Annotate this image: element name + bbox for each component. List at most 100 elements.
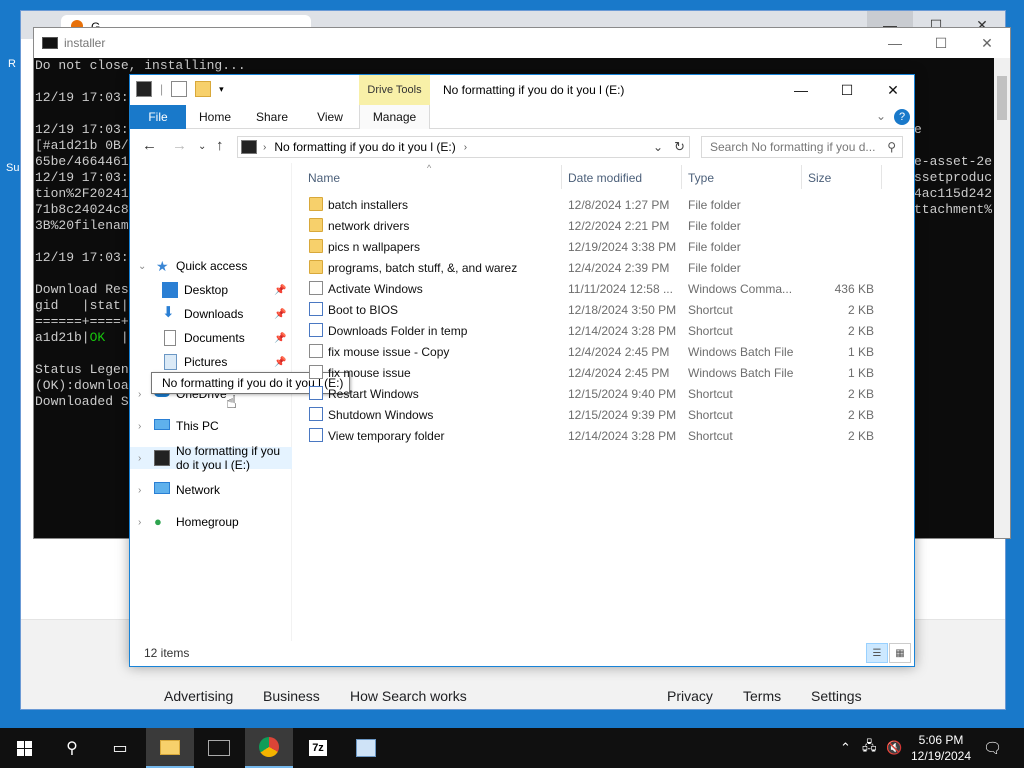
footer-link-business[interactable]: Business [263, 688, 320, 704]
minimize-icon[interactable]: — [778, 75, 824, 105]
file-row[interactable]: fix mouse issue - Copy 12/4/2024 2:45 PM W… [303, 341, 903, 362]
refresh-icon[interactable]: ↻ [674, 139, 685, 155]
footer-link-settings[interactable]: Settings [811, 688, 862, 704]
tray-chevron-icon[interactable]: ⌃ [840, 728, 851, 768]
file-date: 12/2/2024 2:21 PM [568, 219, 670, 233]
expand-chevron-icon[interactable]: ⌄ [138, 261, 146, 272]
file-type: File folder [688, 240, 741, 254]
file-date: 12/14/2024 3:28 PM [568, 429, 677, 443]
nav-homegroup[interactable]: › ● Homegroup [130, 511, 292, 533]
up-arrow-icon[interactable]: ↑ [216, 137, 224, 154]
maximize-icon[interactable]: ☐ [918, 28, 964, 58]
tab-view[interactable]: View [302, 105, 358, 129]
drive-icon [154, 450, 170, 466]
file-row[interactable]: fix mouse issue 12/4/2024 2:45 PM Windows … [303, 362, 903, 383]
nav-item-downloads[interactable]: ⬇ Downloads 📌 [130, 303, 292, 325]
file-row[interactable]: programs, batch stuff, &, and warez 12/4/… [303, 257, 903, 278]
large-icons-view-icon[interactable]: ▦ [889, 643, 911, 663]
expand-chevron-icon[interactable]: › [138, 389, 141, 400]
file-row[interactable]: Downloads Folder in temp 12/14/2024 3:28 … [303, 320, 903, 341]
recent-locations-icon[interactable]: ⌄ [198, 141, 206, 152]
file-row[interactable]: Shutdown Windows 12/15/2024 9:39 PM Shortc… [303, 404, 903, 425]
minimize-icon[interactable]: — [872, 28, 918, 58]
column-header-type[interactable]: Type [688, 171, 714, 185]
nav-this-pc[interactable]: › This PC [130, 415, 292, 437]
network-status-icon[interactable]: 🖧 [862, 728, 877, 768]
file-row[interactable]: View temporary folder 12/14/2024 3:28 PM S… [303, 425, 903, 446]
tab-share[interactable]: Share [244, 105, 300, 129]
file-row[interactable]: Activate Windows 11/11/2024 12:58 ... Wind… [303, 278, 903, 299]
file-row[interactable]: network drivers 12/2/2024 2:21 PM File fol… [303, 215, 903, 236]
maximize-icon[interactable]: ☐ [824, 75, 870, 105]
file-row[interactable]: Boot to BIOS 12/18/2024 3:50 PM Shortcut 2 … [303, 299, 903, 320]
folder-icon [309, 260, 323, 274]
breadcrumb[interactable]: No formatting if you do it you l (E:) [274, 140, 455, 154]
explorer-titlebar[interactable]: | ▾ Drive Tools No formatting if you do … [130, 75, 914, 105]
file-row[interactable]: pics n wallpapers 12/19/2024 3:38 PM File … [303, 236, 903, 257]
star-icon: ★ [156, 258, 169, 274]
footer-link-terms[interactable]: Terms [743, 688, 781, 704]
file-type: Windows Comma... [688, 282, 793, 296]
close-icon[interactable]: ✕ [964, 28, 1010, 58]
clock-time: 5:06 PM [918, 733, 964, 747]
ribbon-expand-icon[interactable]: ⌄ [876, 109, 886, 123]
action-center-icon[interactable]: 🗨 [983, 728, 1002, 768]
column-header-size[interactable]: Size [808, 171, 831, 185]
taskbar-7zip[interactable]: 7z [294, 728, 342, 768]
new-folder-icon[interactable] [195, 81, 212, 97]
console-scrollbar[interactable] [994, 58, 1010, 538]
details-view-icon[interactable]: ☰ [866, 643, 888, 663]
back-arrow-icon[interactable]: ← [142, 137, 157, 154]
nav-item-desktop[interactable]: Desktop 📌 [130, 279, 292, 301]
scrollbar-thumb[interactable] [997, 76, 1007, 120]
tab-home[interactable]: Home [188, 105, 242, 129]
console-titlebar[interactable]: installer — ☐ ✕ [34, 28, 1010, 58]
nav-network[interactable]: › Network [130, 479, 292, 501]
footer-link-how-search-works[interactable]: How Search works [350, 688, 467, 704]
expand-chevron-icon[interactable]: › [138, 517, 141, 528]
tab-manage[interactable]: Manage [359, 105, 430, 129]
nav-label: This PC [176, 419, 219, 433]
nav-item-pictures[interactable]: Pictures 📌 [130, 351, 292, 373]
nav-quick-access[interactable]: ⌄ ★ Quick access [130, 255, 292, 277]
expand-chevron-icon[interactable]: › [138, 485, 141, 496]
pin-icon: 📌 [274, 284, 287, 296]
file-row[interactable]: batch installers 12/8/2024 1:27 PM File fo… [303, 194, 903, 215]
task-view-icon[interactable]: ▭ [96, 728, 144, 768]
console-line: ttachment% [914, 202, 993, 217]
breadcrumb-chevron-icon[interactable]: › [263, 142, 266, 153]
address-bar[interactable]: › No formatting if you do it you l (E:) … [237, 136, 690, 158]
clock-date: 12/19/2024 [910, 749, 972, 763]
nav-item-documents[interactable]: Documents 📌 [130, 327, 292, 349]
volume-muted-icon[interactable]: 🔇 [886, 728, 902, 768]
expand-chevron-icon[interactable]: › [138, 453, 141, 464]
shortcut-icon [309, 323, 323, 337]
search-input[interactable]: Search No formatting if you d... ⚲ [701, 136, 903, 158]
search-icon[interactable]: ⚲ [48, 728, 96, 768]
customize-toolbar-icon[interactable]: ▾ [219, 84, 224, 95]
expand-chevron-icon[interactable]: › [138, 421, 141, 432]
column-header-name[interactable]: Name [308, 171, 340, 185]
footer-link-advertising[interactable]: Advertising [164, 688, 233, 704]
close-icon[interactable]: ✕ [870, 75, 916, 105]
column-header-date[interactable]: Date modified [568, 171, 642, 185]
forward-arrow-icon[interactable]: → [172, 137, 187, 154]
taskbar-file-explorer[interactable] [146, 728, 194, 768]
document-icon [164, 330, 176, 346]
properties-icon[interactable] [171, 81, 188, 97]
start-button[interactable] [0, 728, 48, 768]
file-date: 12/4/2024 2:39 PM [568, 261, 670, 275]
file-icon [309, 281, 323, 295]
taskbar-app[interactable] [342, 728, 390, 768]
footer-link-privacy[interactable]: Privacy [667, 688, 713, 704]
console-line: ssetproduc [914, 170, 993, 185]
clock[interactable]: 5:06 PM 12/19/2024 [906, 732, 976, 764]
taskbar-console[interactable] [195, 728, 243, 768]
help-icon[interactable]: ? [894, 109, 910, 125]
tab-file[interactable]: File [130, 105, 186, 129]
file-row[interactable]: Restart Windows 12/15/2024 9:40 PM Shortcu… [303, 383, 903, 404]
taskbar-chrome[interactable] [245, 728, 293, 768]
breadcrumb-chevron-icon[interactable]: › [464, 142, 467, 153]
nav-drive-e[interactable]: › No formatting if you do it you l (E:) [130, 444, 292, 472]
address-dropdown-icon[interactable]: ⌄ [653, 140, 663, 154]
